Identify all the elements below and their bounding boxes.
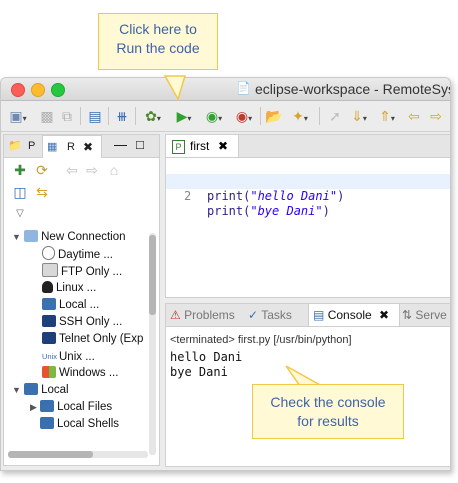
debug-icon[interactable]: ✿▾ <box>141 107 165 125</box>
skip-breakpoints-icon[interactable]: ⧻ <box>114 107 130 125</box>
close-tab-icon[interactable]: ✖ <box>218 135 228 157</box>
refresh-icon[interactable]: ⟳ <box>34 161 50 179</box>
windows-icon <box>42 366 56 378</box>
tab-project-explorer[interactable]: 📁 P <box>4 135 42 157</box>
tree-item[interactable]: Local ... <box>42 297 99 314</box>
tab-servers[interactable]: ⇅ Serve <box>402 304 450 326</box>
terminal-icon[interactable]: ▤ <box>87 107 103 125</box>
prev-edit-icon[interactable]: ⇑▾ <box>375 107 399 125</box>
console-callout: Check the console for results <box>252 384 404 439</box>
tab-tasks[interactable]: ✓ Tasks <box>248 304 306 326</box>
code-line-current: 2 print("bye Dani") <box>166 174 450 218</box>
tree-item[interactable]: Windows ... <box>42 365 118 382</box>
document-icon: 📄 <box>236 81 251 95</box>
python-file-icon: P <box>172 140 185 154</box>
window-title: eclipse-workspace - RemoteSys <box>255 81 451 97</box>
minimize-window-button[interactable] <box>31 83 45 97</box>
console-status: <terminated> first.py [/usr/bin/python] <box>170 334 352 346</box>
save-all-icon[interactable]: ⧉ <box>59 107 75 125</box>
expand-icon[interactable]: ▼ <box>12 232 21 242</box>
remote-systems-icon: ▦ <box>47 141 58 153</box>
unix-icon: Unix <box>42 352 58 361</box>
tab-problems[interactable]: ⚠ Problems <box>170 304 244 326</box>
next-annotation-icon[interactable]: ➚ <box>327 107 343 125</box>
tree-item[interactable]: SSH Only ... <box>42 314 122 331</box>
telnet-icon <box>42 332 56 344</box>
run-configurations-icon[interactable]: ◉▾ <box>201 107 227 125</box>
tree-item-local-files[interactable]: ▶ Local Files <box>30 399 112 416</box>
expand-right-icon[interactable]: ▶ <box>30 402 37 412</box>
remote-systems-panel: 📁 P ▦ R ✖ — □ ✚ ⟳ ⇦ ⇨ ⌂ ◫ ⇆ ▽ ▼ New Conn… <box>3 134 160 466</box>
horizontal-scrollbar[interactable] <box>8 451 148 458</box>
vertical-scrollbar[interactable] <box>149 233 156 455</box>
forward-icon[interactable]: ⇨ <box>427 107 445 125</box>
view-menu-icon[interactable]: ▽ <box>12 205 28 223</box>
tab-console[interactable]: ▤ Console ✖ <box>308 304 400 326</box>
run-icon[interactable]: ▶▾ <box>171 107 197 125</box>
code-editor: P first ✖ 1 print("hello Dani") 2 print(… <box>165 134 450 298</box>
tree-item[interactable]: Unix Unix ... <box>42 348 95 365</box>
home-icon[interactable]: ⌂ <box>106 161 122 179</box>
editor-tabs: P first ✖ <box>166 135 450 158</box>
connection-icon <box>24 230 39 242</box>
console-output-line: hello Dani <box>170 350 243 364</box>
tree-item[interactable]: Telnet Only (Exp <box>42 331 143 348</box>
close-tab-icon[interactable]: ✖ <box>83 136 93 158</box>
servers-icon: ⇅ <box>402 308 413 322</box>
tree-item-local-shells[interactable]: Local Shells <box>40 416 119 433</box>
new-icon[interactable]: ▣▾ <box>7 107 29 125</box>
files-icon <box>40 400 55 412</box>
wand-icon[interactable]: ✦▾ <box>287 107 313 125</box>
tree-item-local[interactable]: ▼ Local <box>12 382 69 399</box>
open-folder-icon[interactable]: 📂 <box>265 107 283 125</box>
tree-item[interactable]: FTP Only ... <box>42 263 122 280</box>
expand-icon[interactable]: ▼ <box>12 385 21 395</box>
project-icon: 📁 <box>8 140 22 152</box>
tree-item[interactable]: Linux ... <box>42 280 96 297</box>
forward-arrow-icon[interactable]: ⇨ <box>84 161 100 179</box>
console-icon: ▤ <box>313 308 325 322</box>
close-window-button[interactable] <box>11 83 25 97</box>
minimize-icon[interactable]: — <box>114 135 127 155</box>
back-icon[interactable]: ⇦ <box>405 107 423 125</box>
console-output-line: bye Dani <box>170 365 228 379</box>
tasks-icon: ✓ <box>248 308 259 322</box>
tab-remote-systems[interactable]: ▦ R ✖ <box>42 135 102 158</box>
external-tools-icon[interactable]: ◉▾ <box>231 107 257 125</box>
ssh-icon <box>42 315 56 327</box>
console-tabs: ⚠ Problems ✓ Tasks ▤ Console ✖ ⇅ Serve <box>166 304 450 327</box>
next-edit-icon[interactable]: ⇓▾ <box>347 107 371 125</box>
save-icon[interactable]: ▩ <box>39 107 55 125</box>
collapse-all-icon[interactable]: ◫ <box>12 183 28 201</box>
tree-item-new-connection[interactable]: ▼ New Connection <box>12 229 126 246</box>
problems-icon: ⚠ <box>170 308 181 322</box>
scroll-thumb[interactable] <box>149 235 156 315</box>
maximize-icon[interactable]: □ <box>136 135 144 155</box>
define-connection-icon[interactable]: ✚ <box>12 161 28 179</box>
run-callout: Click here to Run the code <box>98 13 218 70</box>
left-panel-tabs: 📁 P ▦ R ✖ — □ <box>4 135 159 158</box>
tree-item[interactable]: Daytime ... <box>42 246 113 263</box>
back-arrow-icon[interactable]: ⇦ <box>64 161 80 179</box>
local-computer-icon <box>24 383 39 395</box>
close-tab-icon[interactable]: ✖ <box>379 304 389 326</box>
clock-icon <box>42 246 55 260</box>
title-bar: 📄 eclipse-workspace - RemoteSys <box>1 78 450 101</box>
zoom-window-button[interactable] <box>51 83 65 97</box>
tab-first-py[interactable]: P first ✖ <box>166 135 239 157</box>
ftp-icon <box>42 263 58 277</box>
link-with-editor-icon[interactable]: ⇆ <box>34 183 50 201</box>
shell-icon <box>40 417 54 429</box>
code-line: 1 print("hello Dani") <box>184 174 345 203</box>
scroll-thumb[interactable] <box>8 451 93 458</box>
computer-icon <box>42 298 56 310</box>
main-toolbar: ▣▾ ▩ ⧉ ▤ ⧻ ✿▾ ▶▾ ◉▾ ◉▾ 📂 ✦▾ ➚ ⇓▾ ⇑▾ ⇦ ⇨ <box>1 101 450 132</box>
linux-icon <box>42 281 53 293</box>
